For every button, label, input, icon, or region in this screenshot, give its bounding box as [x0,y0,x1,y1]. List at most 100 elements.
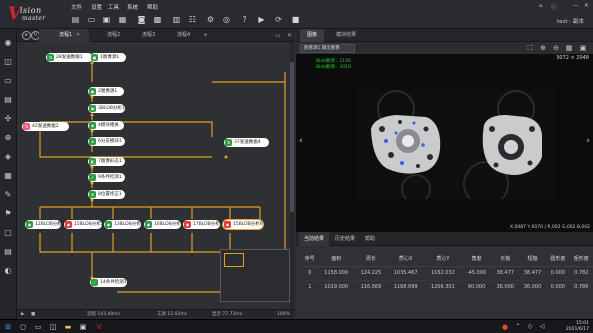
scrollbar-thumb[interactable] [290,62,294,212]
image-viewer[interactable]: 3072 × 2048 Blob数目：1156 Blob数目：1019 ‹ › [296,54,593,232]
output-icon[interactable]: ▭ [2,75,14,87]
user-label: test - 副本 [557,19,585,25]
network-icon[interactable]: ◇ [525,322,535,332]
flow-node[interactable]: ◈ 4模块相关 [88,121,124,130]
help-icon[interactable]: ? [239,14,250,25]
run-flow-icon[interactable]: ▸ [22,31,31,40]
flow-node[interactable]: ◉ 12BLOB分析1 [25,220,65,229]
image-source-icon[interactable]: ◉ [2,37,14,49]
save-icon[interactable]: ▣ [101,14,112,25]
gauge-icon[interactable]: ◈ [2,151,14,163]
flow-minimap[interactable] [220,249,290,302]
flow-node[interactable]: ✓ 9条件检测1 [88,173,125,182]
flow-node[interactable]: ▣ 1图像源1 [90,53,126,62]
doc-icon[interactable]: ▤ [2,246,14,258]
flow-node[interactable]: ⇅ 28发送数据1 [46,53,93,62]
home-icon[interactable]: ⌂ [539,3,543,9]
measure-icon[interactable]: ▤ [2,94,14,106]
flow-node[interactable]: ⊕ 8位置修正1 [88,190,125,199]
stop-small-icon[interactable]: ■ [31,310,35,319]
tab-history-result[interactable]: 历史结果 [330,232,360,246]
settings-icon[interactable]: ☷ [187,14,198,25]
save-image-icon[interactable]: ▣ [578,43,588,53]
flow-node-selected[interactable]: ◉ 15BLOB分析6 [222,219,264,230]
stop-icon[interactable]: ■ [290,14,301,25]
menu-help[interactable]: 帮助 [147,3,158,11]
new-file-icon[interactable]: ▤ [70,14,81,25]
close-panel-icon[interactable]: ✕ [287,32,292,39]
flow-node[interactable]: ◉ 17BLOB分析5 [183,220,223,229]
open-folder-icon[interactable]: ▭ [86,14,97,25]
explorer-icon[interactable]: ◫ [48,322,58,332]
tab-close-icon[interactable]: ✕ [76,32,80,38]
zoom-in-icon[interactable]: ⊕ [538,43,548,53]
flag-icon[interactable]: ⚑ [2,208,14,220]
menu-file[interactable]: 文件 [71,3,82,11]
flow-node[interactable]: ◉ 15BLOB分析2 [64,220,104,229]
flow-node[interactable]: ⇅ 42发送数据2 [22,122,69,131]
globe-icon[interactable]: ◎ [221,14,232,25]
fit-icon[interactable]: ⛶ [525,43,535,53]
gear-icon[interactable]: ⚙ [205,14,216,25]
view-icon[interactable]: ◐ [2,265,14,277]
grid-icon[interactable]: ▩ [152,14,163,25]
zoom-out-icon[interactable]: ⊖ [551,43,561,53]
task-view-icon[interactable]: ▭ [33,322,43,332]
minimize-icon[interactable]: — [573,3,579,9]
tab-image[interactable]: 图像 [300,29,325,42]
module-icon: ◧ [89,158,96,165]
tray-chevron-icon[interactable]: ⌃ [513,322,523,332]
table-row[interactable]: 0 1158.000 124.225 1035.467 1162.032 -45… [302,266,593,281]
flow-node[interactable]: ✓ 14条件检测1 [90,278,127,287]
image-source-select[interactable]: 图像源1.输出图像 [300,44,355,53]
store-icon[interactable]: ▣ [78,322,88,332]
grid-icon[interactable]: ▦ [2,170,14,182]
window-icon[interactable]: ▭ [275,32,281,39]
tab-current-result[interactable]: 当前结果 [299,232,330,246]
table-header-row: 序号 面积 周长 质心X 质心Y 角度 长轴 短轴 圆形度 矩形度 [302,252,593,267]
camera-icon[interactable]: ◫ [2,56,14,68]
prev-image-icon[interactable]: ‹ [299,136,303,146]
search-icon[interactable]: ○ [18,322,28,332]
canvas-scrollbar[interactable] [290,42,294,309]
flow-node[interactable]: ◧ 7图像形态1 [88,157,125,166]
play-small-icon[interactable]: ▶ [21,310,24,319]
flow-node[interactable]: ⋔ 6分支模块1 [88,137,125,146]
crosshair-icon[interactable]: ⊕ [2,132,14,144]
close-icon[interactable]: ✕ [584,3,589,9]
position-icon[interactable]: ✣ [2,113,14,125]
windows-icon[interactable]: ⊞ [3,322,13,332]
tab-module-result[interactable]: 模块结果 [329,29,363,42]
menu-system[interactable]: 系统 [127,3,138,11]
minimap-viewport[interactable] [224,253,244,267]
info-icon[interactable]: ⓘ [551,3,557,11]
next-image-icon[interactable]: › [586,136,590,146]
folder-icon[interactable]: ▬ [63,322,73,332]
module-icon: ✓ [91,279,98,286]
image-source-icon[interactable]: ▦ [117,14,128,25]
brush-icon[interactable]: ✎ [2,189,14,201]
table-icon[interactable]: ▥ [171,14,182,25]
play-loop-icon[interactable]: ⟳ [273,14,284,25]
menu-settings[interactable]: 设置 [91,3,102,11]
vm-icon[interactable]: V [94,322,104,332]
tab-flow-4[interactable]: 流程4 [157,29,202,42]
flow-node[interactable]: ◉ 13BLOB分析3 [104,220,144,229]
tray-app-icon[interactable]: ● [500,322,510,332]
grid-view-icon[interactable]: ▦ [564,43,574,53]
table-row[interactable]: 1 1019.000 116.569 1168.699 1206.301 90.… [302,280,593,295]
flow-canvas[interactable]: ⇅ 28发送数据1 ▣ 1图像源1 ▣ 2图像源1 ◉ 3BLOB分析1 ◈ 4模块相关 … [17,42,294,309]
flow-node[interactable]: ▣ 2图像源1 [88,87,124,96]
tab-help[interactable]: 帮助 [360,232,380,246]
play-icon[interactable]: ▶ [256,14,267,25]
system-clock[interactable]: 15:01 2021/6/17 [566,321,589,333]
flow-node[interactable]: ◉ 16BLOB分析4 [144,220,184,229]
flow-node[interactable]: ⇅ 37发送数据4 [224,138,269,147]
tab-flow-1[interactable]: 流程1 [39,29,89,42]
menu-tools[interactable]: 工具 [108,3,119,11]
volume-icon[interactable]: ◁ [537,322,547,332]
lock-icon[interactable]: ▢ [2,227,14,239]
add-tab-icon[interactable]: + [203,32,208,39]
camera-icon[interactable]: ◙ [136,14,147,25]
flow-node[interactable]: ◉ 3BLOB分析1 [88,104,125,113]
